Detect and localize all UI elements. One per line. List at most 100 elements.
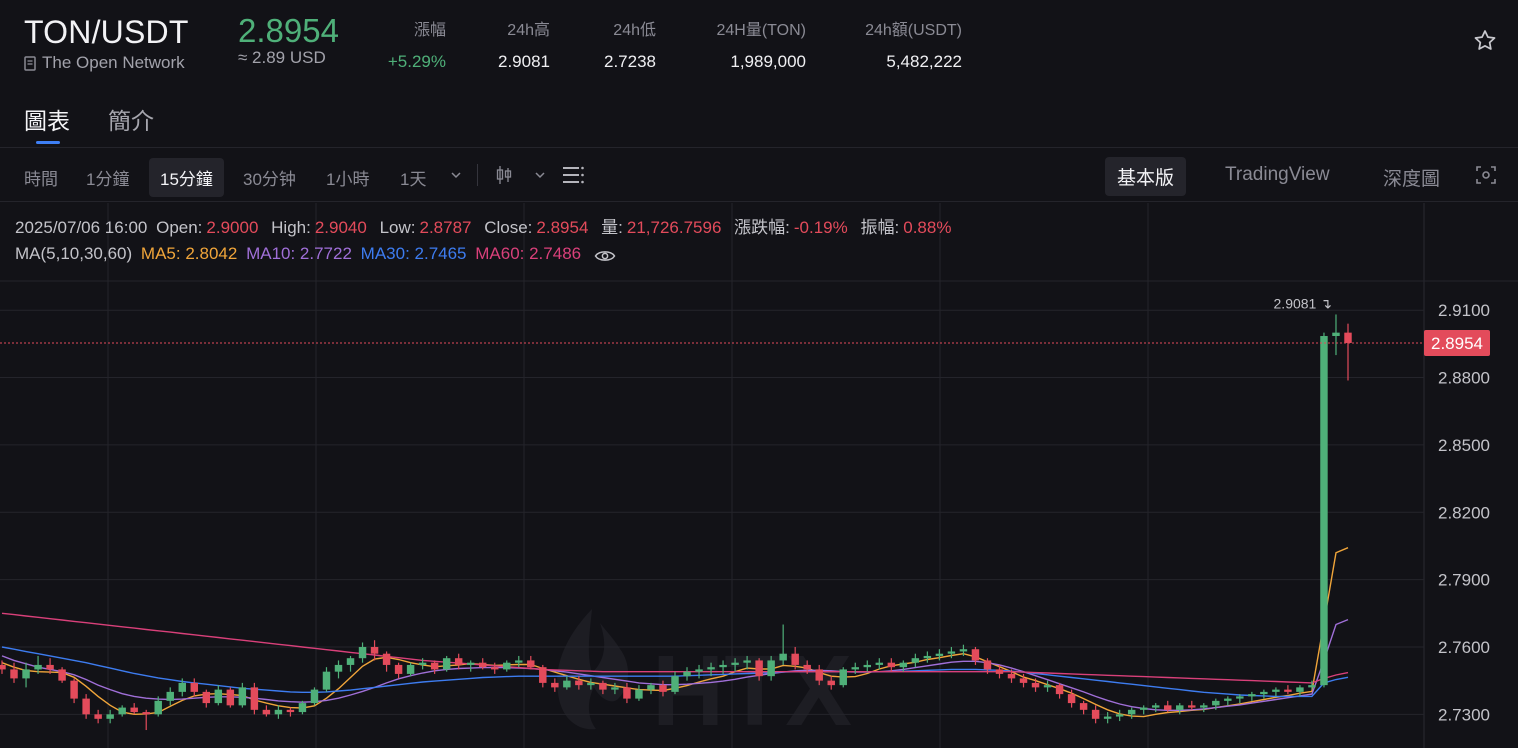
interval-30m[interactable]: 30分钟 xyxy=(243,165,296,190)
y-tick-label: 2.7600 xyxy=(1438,638,1490,657)
candle-body xyxy=(250,687,259,710)
candle-body xyxy=(707,667,715,670)
candle-body xyxy=(959,649,968,652)
candle-body xyxy=(1164,705,1172,710)
candle-body xyxy=(1224,698,1232,701)
candle-body xyxy=(262,709,271,715)
volume-group: 量: 21,726.7596 xyxy=(601,213,725,238)
candle-body xyxy=(695,669,703,672)
low-label: Low: xyxy=(379,218,416,237)
chart-canvas[interactable]: HTX 2.89542.9081 ↴↳ 2.7223 2.91002.88002… xyxy=(0,203,1518,748)
candle-body xyxy=(1284,689,1292,692)
indicator-menu-icon[interactable] xyxy=(561,164,585,186)
view-depth[interactable]: 深度圖 xyxy=(1383,164,1440,191)
candle-body xyxy=(214,689,223,704)
candle-body xyxy=(551,682,559,688)
eye-icon[interactable] xyxy=(594,248,616,262)
candle-body xyxy=(1272,689,1280,692)
candle-body xyxy=(1320,336,1328,686)
candle-body xyxy=(346,658,355,665)
ma30-label: MA30: 2.7465 xyxy=(360,244,467,263)
candle-body xyxy=(1296,687,1304,692)
high-value: 2.9040 xyxy=(314,218,367,237)
interval-1h[interactable]: 1小時 xyxy=(326,165,369,190)
candle-body xyxy=(491,667,499,670)
chevron-down-icon[interactable] xyxy=(449,165,463,187)
stat-label: 24h低 xyxy=(613,22,656,39)
candle-body xyxy=(238,687,247,706)
candle-body xyxy=(1308,685,1316,688)
candle-body xyxy=(611,687,619,690)
candle-body xyxy=(683,671,691,677)
view-tradingview[interactable]: TradingView xyxy=(1225,164,1330,186)
screenshot-icon[interactable] xyxy=(1475,164,1497,186)
candle-body xyxy=(394,664,403,674)
stat-24h-high: 24h高 2.9081 xyxy=(480,16,550,72)
candle-body xyxy=(82,698,90,715)
candle-body xyxy=(947,651,956,654)
candle-body xyxy=(1176,705,1184,710)
candle-body xyxy=(731,662,739,665)
candle-body xyxy=(34,664,42,670)
candle-body xyxy=(1055,685,1064,695)
last-price-tag-label: 2.8954 xyxy=(1431,334,1483,353)
candle-body xyxy=(1091,709,1100,719)
candlestick-chart[interactable]: HTX 2.89542.9081 ↴↳ 2.7223 2.91002.88002… xyxy=(0,203,1518,748)
candle-body xyxy=(190,682,199,692)
interval-1d[interactable]: 1天 xyxy=(400,165,426,190)
interval-time[interactable]: 時間 xyxy=(24,165,58,190)
candle-body xyxy=(334,664,343,672)
candle-body xyxy=(358,646,367,659)
candle-body xyxy=(274,709,283,715)
candle-body xyxy=(563,680,571,688)
candle-body xyxy=(623,687,631,699)
candle-body xyxy=(527,660,535,668)
candle-body xyxy=(899,662,908,668)
y-tick-label: 2.8800 xyxy=(1438,369,1490,388)
chevron-down-icon[interactable] xyxy=(533,165,547,187)
candle-body xyxy=(418,662,427,665)
amplitude-label: 振幅: xyxy=(860,218,900,237)
interval-15m[interactable]: 15分鐘 xyxy=(149,158,224,197)
candle-body xyxy=(178,682,186,692)
candlestick-icon[interactable] xyxy=(494,164,514,186)
interval-1m[interactable]: 1分鐘 xyxy=(86,165,129,190)
ma5-label: MA5: 2.8042 xyxy=(140,244,238,263)
candle-body xyxy=(1344,332,1352,343)
candle-body xyxy=(599,682,607,690)
candle-body xyxy=(0,664,6,670)
candle-body xyxy=(1127,709,1136,715)
stat-value: 2.7238 xyxy=(604,52,656,71)
candle-body xyxy=(1332,332,1340,337)
stat-24h-amount: 24h額(USDT) 5,482,222 xyxy=(840,16,962,72)
candle-body xyxy=(1115,714,1124,717)
candle-body xyxy=(1248,694,1256,697)
volume-value: 21,726.7596 xyxy=(626,218,722,237)
pair-title: TON/USDT xyxy=(24,14,189,50)
tab-intro[interactable]: 簡介 xyxy=(108,102,154,136)
candle-body xyxy=(851,667,859,670)
volume-label: 量: xyxy=(601,218,623,237)
candle-body xyxy=(310,689,319,704)
candle-body xyxy=(70,680,78,699)
tab-chart[interactable]: 圖表 xyxy=(24,102,70,136)
candle-body xyxy=(911,658,920,663)
close-label: Close: xyxy=(484,218,533,237)
ma-legend: MA(5,10,30,60) MA5: 2.8042 MA10: 2.7722 … xyxy=(15,244,620,264)
candle-body xyxy=(142,712,150,715)
candle-body xyxy=(1031,682,1040,688)
candle-body xyxy=(671,676,679,692)
star-icon[interactable] xyxy=(1472,28,1498,54)
price-usd: ≈ 2.89 USD xyxy=(238,48,326,67)
view-basic[interactable]: 基本版 xyxy=(1105,157,1187,196)
candle-body xyxy=(166,691,174,701)
candle-body xyxy=(202,691,211,704)
candle-body xyxy=(46,664,54,670)
change-value: -0.19% xyxy=(793,218,848,237)
y-tick-label: 2.9100 xyxy=(1438,301,1490,320)
stat-label: 24h額(USDT) xyxy=(865,22,962,39)
change-label: 漲跌幅: xyxy=(734,218,790,237)
price-axis: 2.9100 2.8800 2.8500 2.8200 2.7900 2.7600 2.73… xyxy=(1438,301,1490,724)
candle-body xyxy=(647,685,655,690)
candle-body xyxy=(755,660,763,677)
